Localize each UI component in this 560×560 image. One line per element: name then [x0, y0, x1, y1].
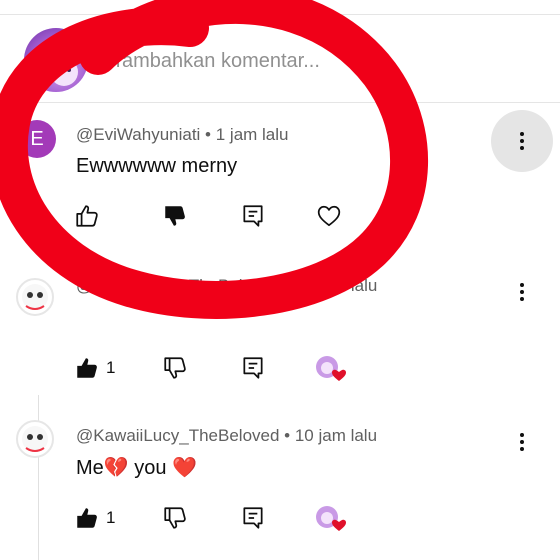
thumb-down-icon	[164, 507, 186, 529]
thumb-down-icon	[164, 357, 186, 379]
like-count: 1	[106, 508, 116, 527]
reply-button[interactable]	[240, 203, 266, 229]
comment-meta-author: @KawaiiLucy_TheBelov	[76, 276, 261, 295]
thumb-up-icon	[77, 508, 97, 528]
top-divider	[0, 14, 560, 15]
thumb-down-icon	[165, 206, 185, 226]
comment-text: Ewwwwww merny	[76, 155, 238, 177]
creator-heart-badge	[314, 504, 346, 534]
broken-heart-emoji: 💔	[103, 457, 129, 479]
like-count: 1	[106, 358, 116, 377]
reply-button[interactable]	[240, 505, 266, 531]
thumb-up-icon	[76, 205, 98, 227]
add-comment-input[interactable]: Tambahkan komentar...	[112, 46, 552, 76]
more-vert-icon[interactable]	[510, 430, 534, 454]
dislike-button[interactable]	[162, 203, 188, 229]
like-button[interactable]	[74, 505, 100, 531]
like-button[interactable]	[74, 355, 100, 381]
avatar[interactable]: E	[18, 120, 56, 158]
reply-icon	[243, 507, 263, 529]
heart-button[interactable]	[316, 203, 342, 229]
like-button[interactable]	[74, 203, 100, 229]
comment-meta: @KawaiiLucy_TheBeloved • 10 jam lalu	[76, 426, 378, 445]
reply-icon	[243, 357, 263, 379]
heart-icon	[317, 205, 341, 227]
reply-button[interactable]	[240, 355, 266, 381]
thumb-up-icon	[77, 358, 97, 378]
dislike-button[interactable]	[162, 355, 188, 381]
composer-divider	[0, 102, 560, 103]
comment-meta-time: m lalu	[332, 276, 378, 295]
more-vert-icon[interactable]	[510, 280, 534, 304]
avatar[interactable]	[16, 420, 54, 458]
reply-icon	[243, 205, 263, 227]
comment-meta: @EviWahyuniati • 1 jam lalu	[76, 125, 289, 144]
dislike-button[interactable]	[162, 505, 188, 531]
comment-text-middle: you	[128, 457, 173, 479]
more-vert-icon	[510, 129, 534, 153]
heart-emoji: ❤️	[172, 457, 197, 479]
current-user-avatar	[24, 28, 88, 92]
comment-text-start: Me	[76, 457, 104, 479]
avatar[interactable]	[16, 278, 54, 316]
comment-menu-button[interactable]	[491, 110, 553, 172]
creator-heart-badge	[314, 354, 346, 384]
comment-text: Me💔 you ❤️	[76, 455, 197, 480]
